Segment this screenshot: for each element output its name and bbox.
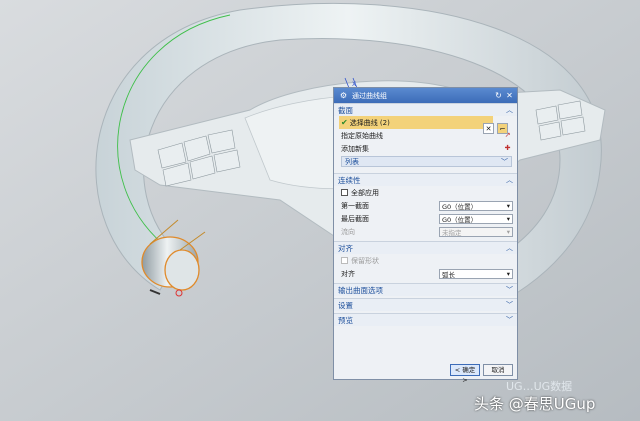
continuity-group-label: 连续性	[338, 175, 361, 185]
flow-value: 未指定	[442, 228, 462, 237]
flow-row: 流向 未指定 ▾	[334, 225, 517, 238]
dialog-title: 通过曲线组	[352, 91, 387, 100]
keep-shape-label: 保留形状	[351, 256, 379, 265]
add-new-set-row[interactable]: 添加新集 ✚	[334, 142, 517, 155]
first-section-select[interactable]: G0（位置） ▾	[439, 200, 513, 211]
first-section-label: 第一截面	[341, 201, 369, 210]
first-section-row: 第一截面 G0（位置） ▾	[334, 199, 517, 212]
list-toggle[interactable]: 列表 ﹀	[341, 156, 512, 167]
add-new-set-label: 添加新集	[341, 144, 369, 153]
watermark-faint: UG…UG数据	[506, 380, 573, 393]
section-group-header[interactable]: 截面 ︿	[334, 103, 517, 116]
3d-viewport[interactable]: X	[0, 0, 640, 421]
apply-all-checkbox[interactable]	[341, 189, 348, 196]
alignment-group-label: 对齐	[338, 243, 353, 253]
cancel-button[interactable]: 取消	[483, 364, 513, 376]
dropdown-arrow-icon: ▾	[506, 227, 510, 236]
dialog-titlebar[interactable]: ⚙ 通过曲线组 ↻ ✕	[334, 88, 517, 103]
checkmark-icon: ✔	[341, 118, 348, 127]
specify-origin-label: 指定原始曲线	[341, 131, 383, 140]
preview-label: 预览	[338, 315, 353, 325]
reset-icon[interactable]: ↻	[494, 91, 503, 100]
close-icon[interactable]: ✕	[505, 91, 514, 100]
chevron-up-icon[interactable]: ︿	[506, 175, 513, 185]
chevron-up-icon[interactable]: ︿	[506, 105, 513, 115]
add-set-icon[interactable]: ✚	[502, 143, 513, 154]
chevron-down-icon[interactable]: ﹀	[506, 300, 513, 310]
chevron-down-icon[interactable]: ﹀	[506, 285, 513, 295]
first-section-value: G0（位置）	[442, 202, 478, 211]
preview-header[interactable]: 预览 ﹀	[334, 313, 517, 326]
dropdown-arrow-icon: ▾	[506, 269, 510, 278]
select-curve-label: 选择曲线 (2)	[349, 118, 390, 127]
output-options-header[interactable]: 输出曲面选项 ﹀	[334, 283, 517, 296]
deselect-icon[interactable]: ✕	[483, 123, 494, 134]
watermark: 头条 @春思UGup	[474, 395, 596, 413]
ok-button[interactable]: < 确定 >	[450, 364, 480, 384]
flow-select: 未指定 ▾	[439, 226, 513, 237]
alignment-group-header[interactable]: 对齐 ︿	[334, 241, 517, 254]
apply-all-label: 全部应用	[351, 188, 379, 197]
last-section-value: G0（位置）	[442, 215, 478, 224]
align-select[interactable]: 弧长 ▾	[439, 268, 513, 279]
through-curves-dialog[interactable]: ⚙ 通过曲线组 ↻ ✕ 截面 ︿ ✔ 选择曲线 (2) ✕ ⌐ 指定原始曲线 ↗…	[333, 87, 518, 384]
curve-select-icon[interactable]: ⌐	[497, 123, 508, 134]
flow-label: 流向	[341, 227, 355, 236]
section-group-label: 截面	[338, 105, 353, 115]
align-value: 弧长	[442, 270, 455, 279]
chevron-down-icon[interactable]: ﹀	[506, 315, 513, 325]
dropdown-arrow-icon: ▾	[506, 214, 510, 223]
select-curve-row[interactable]: ✔ 选择曲线 (2)	[339, 116, 493, 129]
list-label: 列表	[345, 157, 359, 166]
settings-label: 设置	[338, 300, 353, 310]
gear-icon[interactable]: ⚙	[339, 91, 348, 100]
keep-shape-row: 保留形状	[334, 254, 517, 267]
keep-shape-checkbox	[341, 257, 348, 264]
last-section-row: 最后截面 G0（位置） ▾	[334, 212, 517, 225]
output-options-label: 输出曲面选项	[338, 285, 383, 295]
align-label: 对齐	[341, 269, 355, 278]
apply-all-row[interactable]: 全部应用	[334, 186, 517, 199]
dropdown-arrow-icon: ▾	[506, 201, 510, 210]
settings-header[interactable]: 设置 ﹀	[334, 298, 517, 311]
continuity-group-header[interactable]: 连续性 ︿	[334, 173, 517, 186]
chevron-down-icon[interactable]: ﹀	[501, 157, 508, 167]
last-section-label: 最后截面	[341, 214, 369, 223]
chevron-up-icon[interactable]: ︿	[506, 243, 513, 253]
last-section-select[interactable]: G0（位置） ▾	[439, 213, 513, 224]
align-row: 对齐 弧长 ▾	[334, 267, 517, 280]
